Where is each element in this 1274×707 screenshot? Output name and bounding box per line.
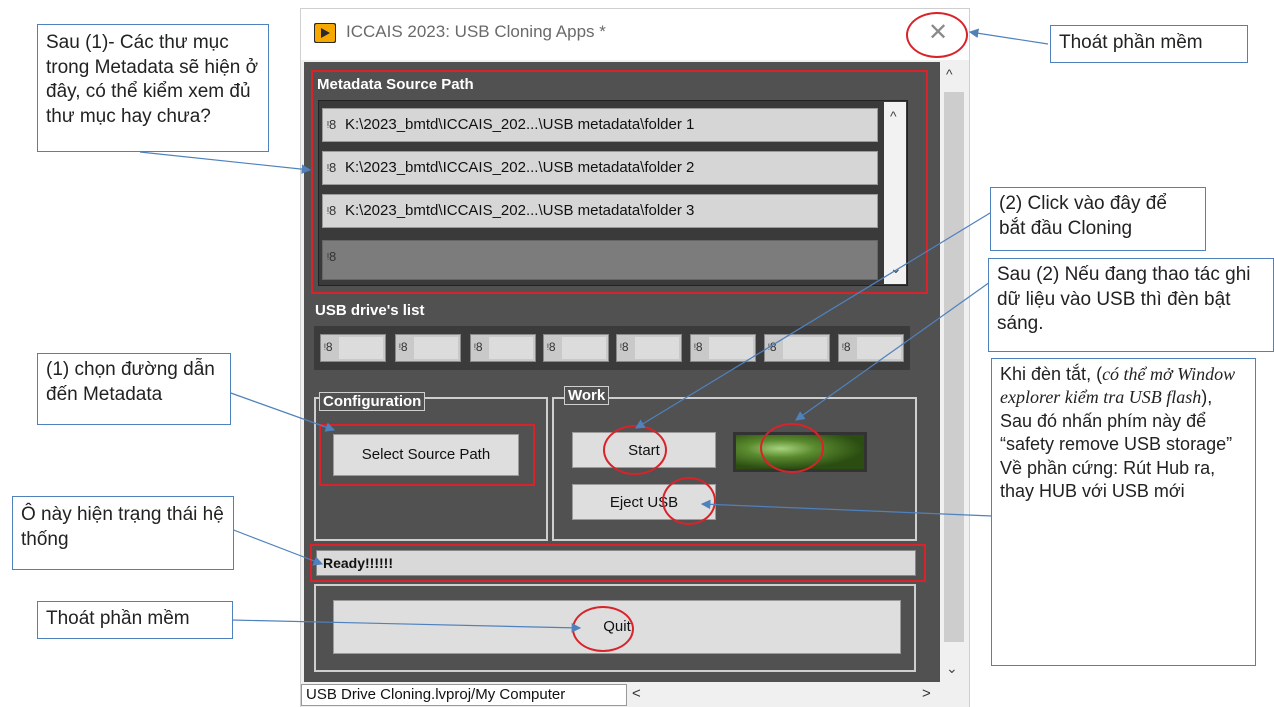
callout-folders-shown: Sau (1)- Các thư mục trong Metadata sẽ h… [37,24,269,152]
callout-led-on: Sau (2) Nếu đang thao tác ghi dữ liệu và… [988,258,1274,352]
callout-click-start: (2) Click vào đây để bắt đầu Cloning [990,187,1206,251]
callout-exit-bottom: Thoát phần mềm [37,601,233,639]
callout-eject-instructions: Khi đèn tắt, (có thể mở Window explorer … [991,358,1256,666]
callout-choose-path: (1) chọn đường dẫn đến Metadata [37,353,231,425]
callout-exit-top: Thoát phần mềm [1050,25,1248,63]
callout-eject-text-1: Khi đèn tắt, ( [1000,364,1103,384]
callout-status-box: Ô này hiện trạng thái hệ thống [12,496,234,570]
